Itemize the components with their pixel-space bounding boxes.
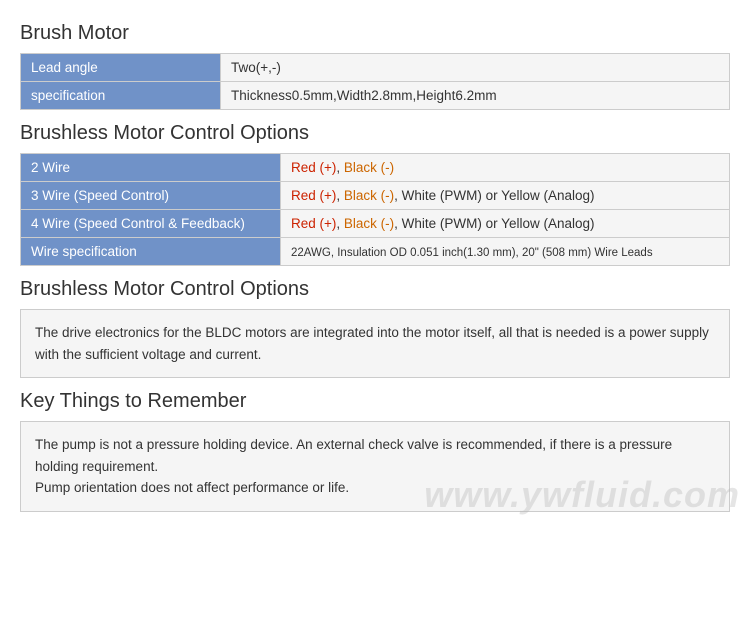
red-plus: Red (+): [291, 160, 336, 175]
value-wire-spec: 22AWG, Insulation OD 0.051 inch(1.30 mm)…: [281, 238, 730, 266]
label-specification: specification: [21, 82, 221, 110]
brushless-options-table-1: 2 Wire Red (+), Black (-) 3 Wire (Speed …: [20, 153, 730, 266]
page-container: Brush Motor Lead angle Two(+,-) specific…: [0, 0, 750, 536]
key-things-line-2: Pump orientation does not affect perform…: [35, 480, 349, 495]
black-minus-3: Black (-): [344, 188, 394, 203]
table-row: Lead angle Two(+,-): [21, 54, 730, 82]
brush-motor-title: Brush Motor: [20, 22, 730, 45]
table-row: 4 Wire (Speed Control & Feedback) Red (+…: [21, 210, 730, 238]
value-specification: Thickness0.5mm,Width2.8mm,Height6.2mm: [221, 82, 730, 110]
black-minus: Black (-): [344, 160, 394, 175]
red-plus-3: Red (+): [291, 188, 336, 203]
value-2wire: Red (+), Black (-): [281, 154, 730, 182]
label-3wire: 3 Wire (Speed Control): [21, 182, 281, 210]
brushless-options-title-2: Brushless Motor Control Options: [20, 278, 730, 301]
value-3wire: Red (+), Black (-), White (PWM) or Yello…: [281, 182, 730, 210]
value-lead-angle: Two(+,-): [221, 54, 730, 82]
brushless-options-title-1: Brushless Motor Control Options: [20, 122, 730, 145]
label-wire-spec: Wire specification: [21, 238, 281, 266]
key-things-box: The pump is not a pressure holding devic…: [20, 421, 730, 512]
key-things-title: Key Things to Remember: [20, 390, 730, 413]
table-row: Wire specification 22AWG, Insulation OD …: [21, 238, 730, 266]
black-minus-4: Black (-): [344, 216, 394, 231]
key-things-line-1: The pump is not a pressure holding devic…: [35, 437, 672, 474]
table-row: specification Thickness0.5mm,Width2.8mm,…: [21, 82, 730, 110]
label-4wire: 4 Wire (Speed Control & Feedback): [21, 210, 281, 238]
value-4wire: Red (+), Black (-), White (PWM) or Yello…: [281, 210, 730, 238]
brush-motor-table: Lead angle Two(+,-) specification Thickn…: [20, 53, 730, 110]
brushless-description-text: The drive electronics for the BLDC motor…: [35, 325, 709, 362]
table-row: 2 Wire Red (+), Black (-): [21, 154, 730, 182]
label-lead-angle: Lead angle: [21, 54, 221, 82]
wire-spec-text: 22AWG, Insulation OD 0.051 inch(1.30 mm)…: [291, 247, 653, 259]
red-plus-4: Red (+): [291, 216, 336, 231]
brushless-description: The drive electronics for the BLDC motor…: [20, 309, 730, 378]
table-row: 3 Wire (Speed Control) Red (+), Black (-…: [21, 182, 730, 210]
label-2wire: 2 Wire: [21, 154, 281, 182]
